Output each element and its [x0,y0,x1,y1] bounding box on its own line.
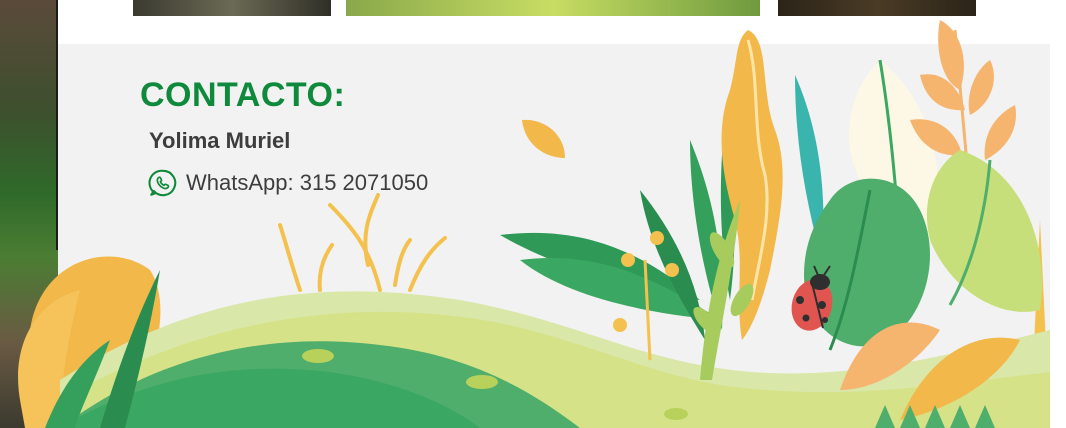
whatsapp-number: WhatsApp: 315 2071050 [186,170,429,195]
whatsapp-icon [148,169,177,197]
background-photo-strip [0,0,58,428]
contact-title: CONTACTO: [140,76,346,114]
gallery-image-2 [346,0,760,16]
gallery-image-3 [778,0,976,16]
gallery-image-1 [133,0,331,16]
whatsapp-contact[interactable]: WhatsApp: 315 2071050 [148,168,428,198]
contact-name: Yolima Muriel [149,128,291,153]
